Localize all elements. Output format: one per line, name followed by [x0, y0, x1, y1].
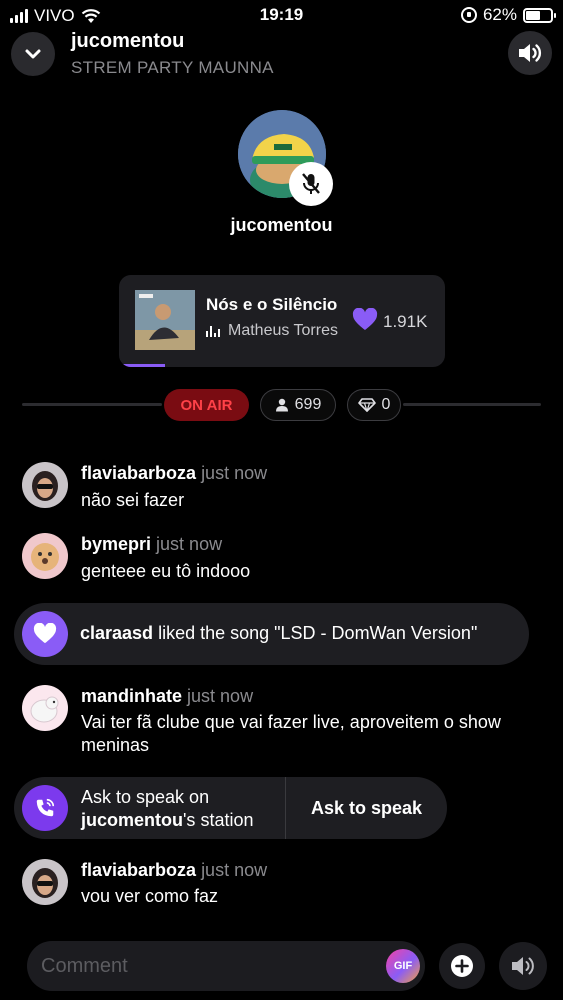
heart-icon[interactable]	[352, 308, 378, 332]
person-icon	[275, 398, 288, 412]
message-timestamp: just now	[201, 463, 268, 483]
song-title: Nós e o Silêncio	[206, 295, 338, 314]
message-timestamp: just now	[156, 534, 223, 554]
listener-count: 699	[294, 396, 322, 413]
playback-progress-bar	[119, 364, 165, 367]
message-author[interactable]: flaviabarboza just now	[81, 463, 267, 484]
message-timestamp: just now	[201, 860, 268, 880]
comment-input[interactable]	[41, 941, 371, 991]
gem-count: 0	[381, 396, 391, 413]
album-cover	[135, 290, 195, 350]
phone-call-icon	[22, 785, 68, 831]
ask-to-speak-button[interactable]: Ask to speak	[286, 777, 447, 839]
speaker-button[interactable]	[499, 942, 547, 990]
message-username[interactable]: mandinhate	[81, 686, 182, 706]
user-avatar[interactable]	[22, 533, 68, 579]
battery-icon	[523, 7, 556, 23]
chevron-down-icon	[25, 49, 41, 59]
station-host-name: jucomentou	[71, 30, 185, 52]
diamond-icon	[357, 398, 376, 412]
message-username[interactable]: flaviabarboza	[81, 860, 196, 880]
on-air-badge: ON AIR	[164, 389, 249, 421]
message-text: Vai ter fã clube que vai fazer live, apr…	[81, 712, 501, 755]
event-username[interactable]: claraasd	[80, 623, 153, 643]
speaker-volume-icon	[519, 44, 542, 62]
song-artist: Matheus Torres	[228, 322, 338, 339]
gif-label: GIF	[393, 960, 413, 972]
orientation-lock-icon	[460, 7, 477, 23]
divider-right	[403, 403, 541, 406]
message-author[interactable]: flaviabarboza just now	[81, 860, 267, 881]
speaker-icon	[512, 957, 534, 975]
battery-percent: 62%	[482, 5, 517, 24]
equalizer-icon	[206, 325, 220, 337]
message-text: não sei fazer	[81, 490, 185, 510]
host-name: jucomentou	[230, 215, 333, 235]
station-owner-name: jucomentou	[81, 810, 183, 830]
gif-button[interactable]: GIF	[386, 949, 420, 983]
add-button[interactable]	[439, 943, 485, 989]
station-suffix: 's station	[183, 810, 254, 830]
on-air-label: ON AIR	[180, 396, 233, 414]
heart-icon	[22, 611, 68, 657]
user-avatar[interactable]	[22, 859, 68, 905]
mic-off-icon	[302, 173, 320, 194]
ask-to-speak-card: Ask to speak on jucomentou's station Ask…	[14, 777, 447, 839]
divider-left	[22, 403, 162, 406]
station-title: STREM PARTY MAUNNA	[71, 58, 274, 77]
muted-mic-badge	[289, 162, 333, 206]
message-author[interactable]: mandinhate just now	[81, 686, 253, 707]
event-description: liked the song "LSD - DomWan Version"	[158, 623, 478, 643]
message-text: vou ver como faz	[81, 886, 219, 906]
user-avatar[interactable]	[22, 462, 68, 508]
listener-count-badge[interactable]: 699	[260, 389, 336, 421]
comment-composer: GIF	[27, 941, 425, 991]
volume-button[interactable]	[508, 31, 552, 75]
like-count: 1.91K	[383, 312, 428, 331]
message-timestamp: just now	[187, 686, 254, 706]
message-username[interactable]: bymepri	[81, 534, 151, 554]
user-avatar[interactable]	[22, 685, 68, 731]
message-text: genteee eu tô indooo	[81, 561, 251, 581]
now-playing-card[interactable]: Nós e o Silêncio Matheus Torres 1.91K	[119, 275, 445, 367]
collapse-button[interactable]	[11, 32, 55, 76]
status-bar: VIVO 19:19 62%	[0, 0, 563, 32]
song-like-event: claraasd liked the song "LSD - DomWan Ve…	[14, 603, 529, 665]
plus-circle-icon	[451, 955, 473, 977]
gem-count-badge[interactable]: 0	[347, 389, 401, 421]
message-author[interactable]: bymepri just now	[81, 534, 222, 555]
ask-to-speak-prompt: Ask to speak on	[81, 787, 210, 807]
message-username[interactable]: flaviabarboza	[81, 463, 196, 483]
